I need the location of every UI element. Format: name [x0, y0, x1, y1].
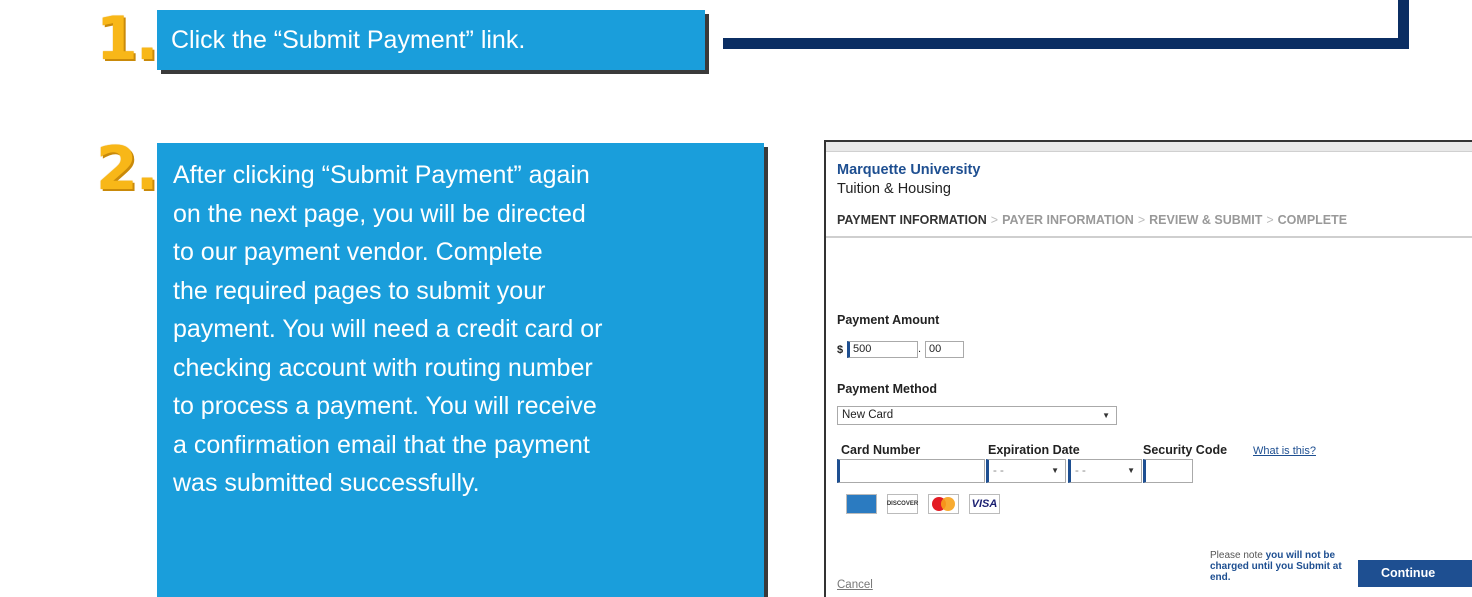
- amount-separator: .: [918, 343, 922, 355]
- continue-button[interactable]: Continue: [1358, 560, 1472, 587]
- visa-icon: VISA: [969, 494, 1000, 514]
- breadcrumb-complete: COMPLETE: [1277, 213, 1348, 227]
- chevron-down-icon: ▼: [1127, 466, 1135, 475]
- divider: [826, 236, 1472, 238]
- amount-cents-input[interactable]: 00: [925, 341, 964, 358]
- step-2-line: was submitted successfully.: [173, 469, 480, 497]
- amex-icon: [846, 494, 877, 514]
- payment-method-value: New Card: [842, 409, 894, 421]
- currency-symbol: $: [837, 344, 844, 356]
- chevron-down-icon: ▼: [1102, 411, 1110, 420]
- security-code-label: Security Code: [1143, 443, 1228, 457]
- expiration-date-label: Expiration Date: [988, 443, 1080, 457]
- card-number-label: Card Number: [841, 443, 921, 457]
- step-2-instruction: After clicking “Submit Payment” again on…: [157, 143, 764, 597]
- expiration-year-select[interactable]: - - ▼: [1068, 459, 1142, 483]
- payment-amount-label: Payment Amount: [837, 313, 940, 327]
- step-2-line: the required pages to submit your: [173, 276, 546, 305]
- breadcrumb-review-submit: REVIEW & SUBMIT: [1149, 213, 1263, 227]
- decorative-navy-corner: [1398, 0, 1409, 49]
- step-1-number: 1.: [96, 4, 159, 74]
- card-number-input[interactable]: [837, 459, 985, 483]
- whats-this-link[interactable]: What is this?: [1253, 445, 1316, 457]
- expiration-month-select[interactable]: - - ▼: [986, 459, 1066, 483]
- payment-method-label: Payment Method: [837, 382, 938, 396]
- discover-icon: DISCOVER: [887, 494, 918, 514]
- step-2-line: a confirmation email that the payment: [173, 430, 590, 459]
- payment-method-select[interactable]: New Card ▼: [837, 406, 1117, 425]
- chevron-down-icon: ▼: [1051, 466, 1059, 475]
- step-2-line: After clicking “Submit Payment” again: [173, 161, 590, 189]
- breadcrumb-separator: >: [1266, 213, 1274, 227]
- expiration-month-value: - -: [993, 465, 1004, 477]
- cancel-link[interactable]: Cancel: [837, 579, 873, 591]
- step-2-line: payment. You will need a credit card or: [173, 315, 603, 343]
- decorative-navy-line: [723, 38, 1409, 49]
- payment-form-screenshot: Marquette University Tuition & Housing P…: [824, 140, 1472, 597]
- breadcrumb-separator: >: [990, 213, 999, 227]
- org-name: Marquette University: [837, 162, 981, 178]
- breadcrumb: PAYMENT INFORMATION > PAYER INFORMATION > RE…: [837, 213, 1347, 227]
- expiration-year-value: - -: [1075, 465, 1086, 477]
- breadcrumb-payment-information: PAYMENT INFORMATION: [837, 213, 987, 227]
- charge-note: Please note you will not be charged unti…: [1210, 550, 1345, 583]
- step-2-line: checking account with routing number: [173, 353, 593, 382]
- step-2-line: to our payment vendor. Complete: [173, 238, 543, 266]
- mastercard-icon: [928, 494, 959, 514]
- charge-note-prefix: Please note: [1210, 550, 1266, 561]
- step-2-line: to process a payment. You will receive: [173, 392, 597, 420]
- security-code-input[interactable]: [1143, 459, 1193, 483]
- step-2-line: on the next page, you will be directed: [173, 199, 586, 228]
- org-subtitle: Tuition & Housing: [837, 181, 951, 197]
- amount-dollars-input[interactable]: 500: [847, 341, 918, 358]
- breadcrumb-separator: >: [1137, 213, 1146, 227]
- panel-top-bar: [826, 142, 1472, 152]
- breadcrumb-payer-information: PAYER INFORMATION: [1002, 213, 1134, 227]
- step-1-instruction: Click the “Submit Payment” link.: [157, 10, 705, 70]
- card-brand-icons: DISCOVER VISA: [846, 494, 1000, 514]
- step-2-number: 2.: [96, 134, 159, 204]
